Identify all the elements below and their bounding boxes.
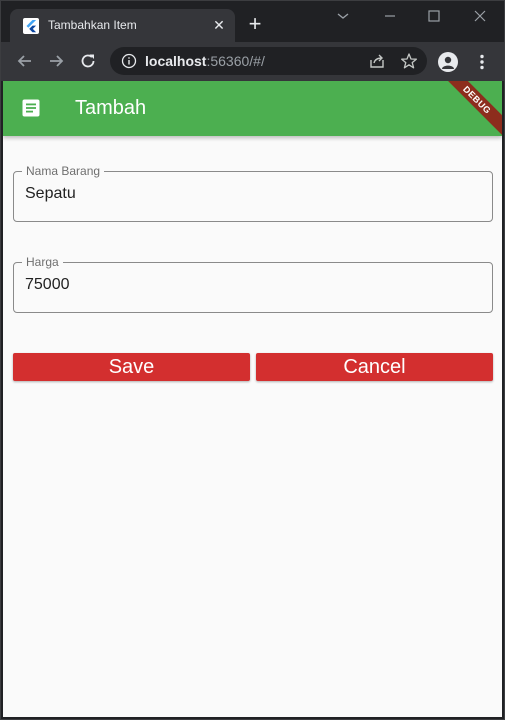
close-window-icon[interactable] [470, 6, 490, 26]
app-viewport: Tambah DEBUG Nama Barang Harga Save Canc… [3, 81, 502, 717]
info-icon[interactable] [121, 53, 137, 69]
debug-banner: DEBUG [433, 81, 502, 144]
browser-window: Tambahkan Item ✕ + localhost:56360/#/ Ta… [0, 0, 505, 720]
forward-arrow-icon[interactable] [46, 51, 66, 71]
nama-barang-label: Nama Barang [22, 164, 105, 178]
tab-strip: Tambahkan Item ✕ + [0, 0, 505, 42]
nama-barang-input[interactable] [25, 185, 475, 203]
menu-dots-icon[interactable] [472, 52, 492, 72]
reload-icon[interactable] [78, 51, 98, 71]
chevron-down-icon[interactable] [333, 6, 353, 26]
url-text: localhost:56360/#/ [145, 53, 265, 69]
address-bar[interactable]: localhost:56360/#/ [110, 47, 427, 75]
harga-label: Harga [22, 255, 63, 269]
tab-title: Tambahkan Item [48, 18, 137, 32]
harga-field[interactable]: Harga [13, 255, 493, 313]
tab-close-icon[interactable]: ✕ [211, 17, 227, 33]
minimize-icon[interactable] [380, 6, 400, 26]
harga-input[interactable] [25, 276, 475, 294]
flutter-icon [23, 18, 39, 34]
browser-toolbar: localhost:56360/#/ [0, 42, 505, 81]
person-icon [442, 56, 454, 69]
back-arrow-icon[interactable] [15, 51, 35, 71]
browser-tab[interactable]: Tambahkan Item ✕ [10, 9, 235, 42]
maximize-icon[interactable] [424, 6, 444, 26]
save-button[interactable]: Save [13, 353, 250, 381]
share-icon[interactable] [368, 53, 386, 69]
bookmark-star-icon[interactable] [400, 52, 418, 70]
article-icon[interactable] [21, 98, 41, 118]
profile-avatar[interactable] [438, 52, 458, 72]
page-title: Tambah [75, 97, 147, 119]
nama-barang-field[interactable]: Nama Barang [13, 164, 493, 222]
app-bar: Tambah DEBUG [3, 81, 502, 144]
cancel-button[interactable]: Cancel [256, 353, 493, 381]
new-tab-icon[interactable]: + [245, 13, 265, 35]
